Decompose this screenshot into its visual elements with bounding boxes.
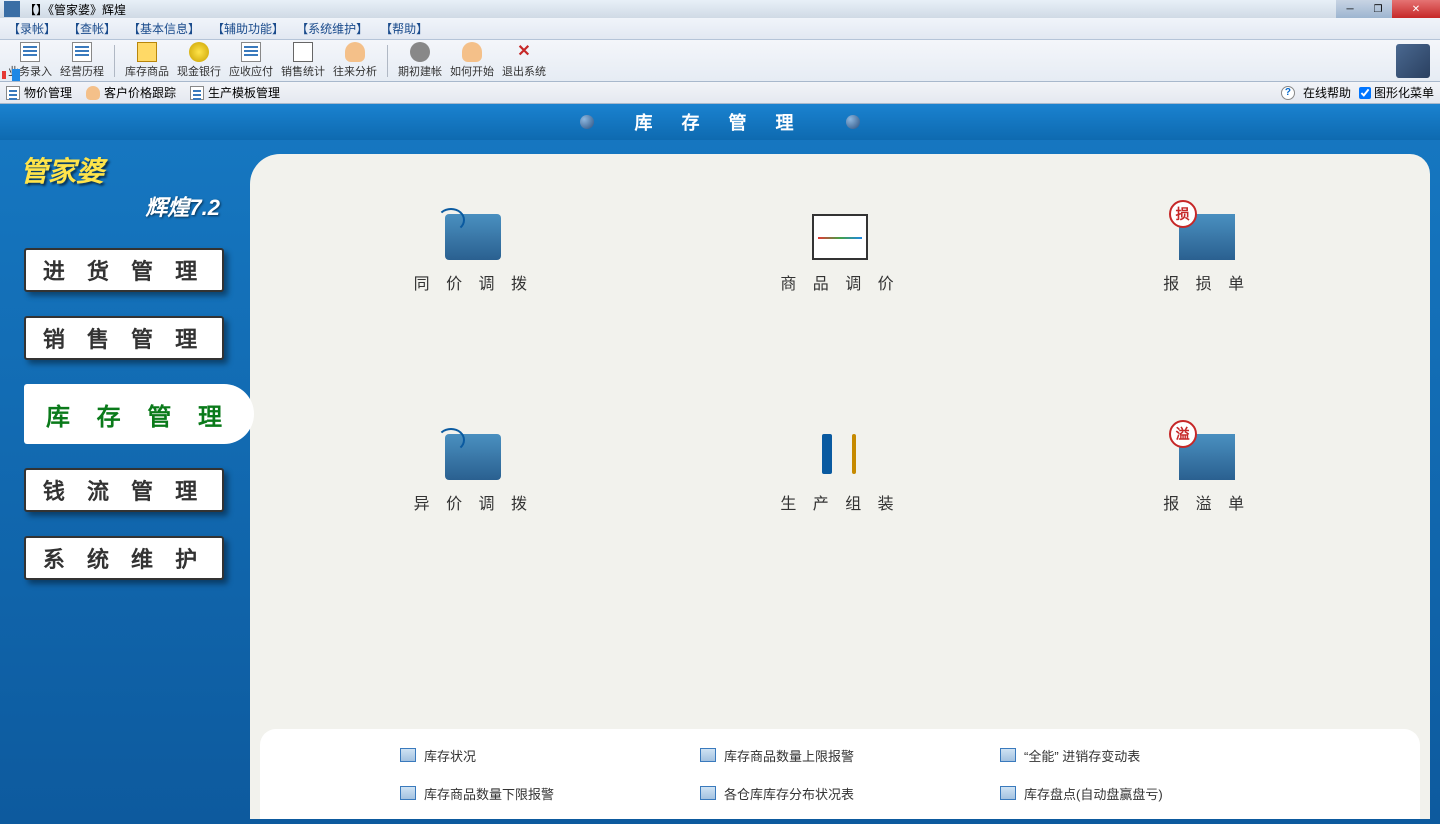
help-icon[interactable]: ? xyxy=(1281,86,1295,100)
logo: 管家婆 辉煌7.2 xyxy=(10,140,260,240)
tb-inventory[interactable]: 库存商品 xyxy=(121,40,173,81)
link-stock-status[interactable]: 库存状况 xyxy=(400,739,680,771)
tb-history[interactable]: 经营历程 xyxy=(56,40,108,81)
coin-icon xyxy=(189,42,209,62)
link-upper-alert[interactable]: 库存商品数量上限报警 xyxy=(700,739,980,771)
tb-init-account[interactable]: 期初建帐 xyxy=(394,40,446,81)
tb-business-entry[interactable]: 业务录入 xyxy=(4,40,56,81)
secondary-toolbar: 物价管理 客户价格跟踪 生产模板管理 ? 在线帮助 图形化菜单 xyxy=(0,82,1440,104)
nav-purchase[interactable]: 进 货 管 理 xyxy=(24,248,224,292)
graphic-menu-checkbox[interactable] xyxy=(1359,87,1371,99)
separator xyxy=(114,45,115,77)
tb-receivable[interactable]: 应收应付 xyxy=(225,40,277,81)
main-toolbar: 业务录入 经营历程 库存商品 现金银行 应收应付 销售统计 往来分析 期初建帐 … xyxy=(0,40,1440,82)
warehouse-transfer-icon xyxy=(445,434,501,480)
tb-sales-stats[interactable]: 销售统计 xyxy=(277,40,329,81)
tb-how-start[interactable]: 如何开始 xyxy=(446,40,498,81)
exit-icon: ✕ xyxy=(514,42,534,62)
logo-line2: 辉煌7.2 xyxy=(20,190,250,222)
diff-price-transfer[interactable]: 异 价 调 拨 xyxy=(310,434,637,614)
logo-line1: 管家婆 xyxy=(20,150,250,190)
menu-bar: 【录帐】 【查帐】 【基本信息】 【辅助功能】 【系统维护】 【帮助】 xyxy=(0,18,1440,40)
people-icon xyxy=(345,42,365,62)
window-title: 【】《管家婆》辉煌 xyxy=(24,1,126,18)
tb-analysis[interactable]: 往来分析 xyxy=(329,40,381,81)
overflow-icon xyxy=(1179,434,1235,480)
title-bar: 【】《管家婆》辉煌 ─ ❐ ✕ xyxy=(0,0,1440,18)
separator xyxy=(387,45,388,77)
table-icon xyxy=(1000,748,1016,762)
menu-record[interactable]: 【录帐】 xyxy=(8,20,56,37)
person-icon xyxy=(462,42,482,62)
same-price-transfer[interactable]: 同 价 调 拨 xyxy=(310,214,637,394)
menu-help[interactable]: 【帮助】 xyxy=(380,20,428,37)
tb-cash-bank[interactable]: 现金银行 xyxy=(173,40,225,81)
tools-icon xyxy=(812,434,868,480)
menu-aux[interactable]: 【辅助功能】 xyxy=(212,20,284,37)
link-all-change[interactable]: “全能” 进销存变动表 xyxy=(1000,739,1280,771)
production-assembly[interactable]: 生 产 组 装 xyxy=(677,434,1004,614)
sidebar: 管家婆 辉煌7.2 进 货 管 理 销 售 管 理 库 存 管 理 钱 流 管 … xyxy=(10,140,260,824)
table-icon xyxy=(700,748,716,762)
minimize-button[interactable]: ─ xyxy=(1336,0,1364,18)
menu-query[interactable]: 【查帐】 xyxy=(68,20,116,37)
nav-sales[interactable]: 销 售 管 理 xyxy=(24,316,224,360)
link-stock-check[interactable]: 库存盘点(自动盘赢盘亏) xyxy=(1000,777,1280,809)
damage-report[interactable]: 报 损 单 xyxy=(1043,214,1370,394)
t2-customer-price[interactable]: 客户价格跟踪 xyxy=(86,84,176,101)
page-banner: 库 存 管 理 xyxy=(0,104,1440,140)
graphic-menu-toggle[interactable]: 图形化菜单 xyxy=(1359,84,1434,101)
menu-basic-info[interactable]: 【基本信息】 xyxy=(128,20,200,37)
damage-icon xyxy=(1179,214,1235,260)
gear-icon xyxy=(410,42,430,62)
main-frame: 库 存 管 理 管家婆 辉煌7.2 进 货 管 理 销 售 管 理 库 存 管 … xyxy=(0,104,1440,824)
content-panel: 同 价 调 拨 商 品 调 价 报 损 单 异 价 调 拨 生 产 组 装 报 … xyxy=(250,154,1430,819)
bottom-links-panel: 库存状况 库存商品数量上限报警 “全能” 进销存变动表 库存商品数量下限报警 各… xyxy=(260,729,1420,819)
close-button[interactable]: ✕ xyxy=(1392,0,1440,18)
doc-icon xyxy=(20,42,40,62)
nav-cashflow[interactable]: 钱 流 管 理 xyxy=(24,468,224,512)
table-icon xyxy=(400,748,416,762)
chart-icon xyxy=(293,42,313,62)
table-icon xyxy=(1000,786,1016,800)
orb-icon xyxy=(580,115,594,129)
t2-production-template[interactable]: 生产模板管理 xyxy=(190,84,280,101)
table-icon xyxy=(700,786,716,800)
window-controls: ─ ❐ ✕ xyxy=(1336,0,1440,18)
link-warehouse-dist[interactable]: 各仓库库存分布状况表 xyxy=(700,777,980,809)
nav-system[interactable]: 系 统 维 护 xyxy=(24,536,224,580)
goods-reprice[interactable]: 商 品 调 价 xyxy=(677,214,1004,394)
content-grid: 同 价 调 拨 商 品 调 价 报 损 单 异 价 调 拨 生 产 组 装 报 … xyxy=(250,154,1430,634)
tb-exit[interactable]: ✕退出系统 xyxy=(498,40,550,81)
warehouse-transfer-icon xyxy=(445,214,501,260)
doc-icon xyxy=(241,42,261,62)
nav-inventory[interactable]: 库 存 管 理 xyxy=(24,384,254,444)
t2-price-manage[interactable]: 物价管理 xyxy=(6,84,72,101)
menu-sys-maintain[interactable]: 【系统维护】 xyxy=(296,20,368,37)
online-help-link[interactable]: 在线帮助 xyxy=(1303,84,1351,101)
people-icon xyxy=(86,86,100,100)
price-chart-icon xyxy=(812,214,868,260)
app-icon xyxy=(4,1,20,17)
doc-icon xyxy=(72,42,92,62)
orb-icon xyxy=(846,115,860,129)
doc-icon xyxy=(190,86,204,100)
overflow-report[interactable]: 报 溢 单 xyxy=(1043,434,1370,614)
table-icon xyxy=(400,786,416,800)
page-title: 库 存 管 理 xyxy=(634,109,805,135)
cube-logo-icon xyxy=(1396,44,1430,78)
maximize-button[interactable]: ❐ xyxy=(1364,0,1392,18)
doc-icon xyxy=(6,86,20,100)
link-lower-alert[interactable]: 库存商品数量下限报警 xyxy=(400,777,680,809)
folder-icon xyxy=(137,42,157,62)
